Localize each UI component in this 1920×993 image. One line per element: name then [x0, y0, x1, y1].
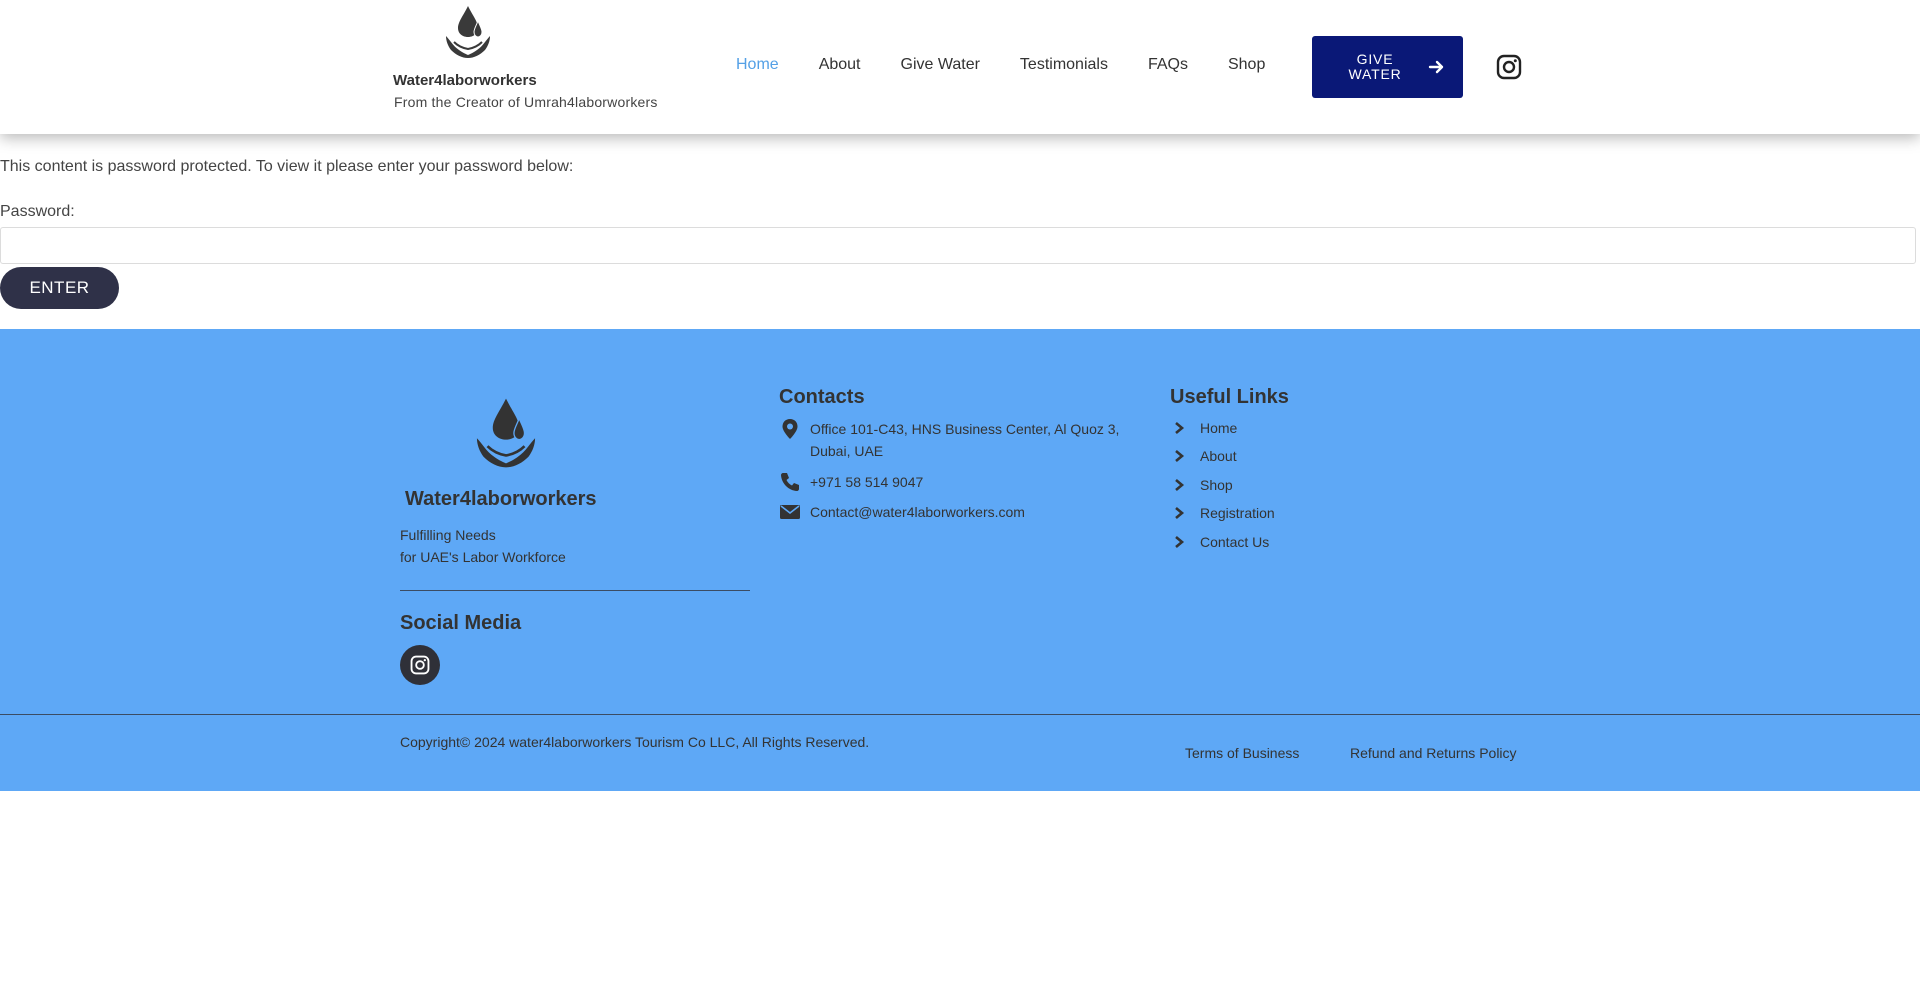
contact-address-line1: Office 101-C43, HNS Business Center, Al … — [810, 421, 1120, 437]
chevron-right-icon — [1175, 479, 1185, 491]
useful-links-heading: Useful Links — [1170, 386, 1289, 408]
chevron-right-icon — [1175, 422, 1185, 434]
contact-address-line2: Dubai, UAE — [810, 443, 884, 459]
instagram-icon[interactable] — [1496, 54, 1522, 80]
password-label: Password: — [0, 203, 75, 220]
contacts-heading: Contacts — [779, 386, 865, 408]
arrow-right-icon — [1428, 60, 1444, 74]
password-protected-message: This content is password protected. To v… — [0, 158, 574, 175]
chevron-right-icon — [1175, 507, 1185, 519]
chevron-right-icon — [1175, 450, 1185, 462]
nav-item-home[interactable]: Home — [736, 56, 779, 74]
footer-link-label: Shop — [1200, 477, 1233, 493]
copyright-text: Copyright© 2024 water4laborworkers Touri… — [400, 734, 870, 750]
nav-item-shop[interactable]: Shop — [1228, 56, 1265, 74]
footer-link-label: Home — [1200, 420, 1238, 436]
contact-phone[interactable]: +971 58 514 9047 — [779, 471, 923, 493]
nav-item-faqs[interactable]: FAQs — [1148, 56, 1188, 74]
water-hands-logo-icon — [446, 6, 490, 58]
footer-tagline-line2: for UAE's Labor Workforce — [400, 549, 566, 565]
give-water-button-label: GIVE WATER — [1348, 51, 1402, 82]
brand-tagline: From the Creator of Umrah4laborworkers — [394, 94, 658, 110]
footer-tagline-line1: Fulfilling Needs — [400, 527, 496, 543]
social-media-heading: Social Media — [400, 612, 522, 634]
chevron-right-icon — [1175, 536, 1185, 548]
footer-instagram-button[interactable] — [400, 645, 440, 685]
main-nav: Home About Give Water Testimonials FAQs … — [736, 56, 1265, 74]
contact-address: Office 101-C43, HNS Business Center, Al … — [779, 418, 1119, 462]
footer-link-contact-us[interactable]: Contact Us — [1172, 534, 1269, 550]
water-hands-logo-icon — [476, 398, 536, 468]
site-header: Water4laborworkers From the Creator of U… — [0, 0, 1920, 134]
contact-email[interactable]: Contact@water4laborworkers.com — [779, 501, 1025, 523]
enter-button[interactable]: ENTER — [0, 267, 119, 309]
footer-link-label: About — [1200, 448, 1237, 464]
refund-policy-link[interactable]: Refund and Returns Policy — [1350, 745, 1517, 761]
give-water-button[interactable]: GIVE WATER — [1312, 36, 1463, 98]
password-input[interactable] — [0, 227, 1916, 264]
footer-link-registration[interactable]: Registration — [1172, 505, 1275, 521]
location-pin-icon — [782, 419, 798, 439]
phone-icon — [781, 473, 799, 491]
footer-link-label: Registration — [1200, 505, 1275, 521]
nav-item-testimonials[interactable]: Testimonials — [1020, 56, 1108, 74]
nav-item-about[interactable]: About — [819, 56, 861, 74]
envelope-icon — [780, 505, 800, 519]
footer-link-about[interactable]: About — [1172, 448, 1237, 464]
contact-email-text: Contact@water4laborworkers.com — [810, 504, 1025, 520]
footer-bottom-divider — [0, 714, 1920, 715]
footer-link-label: Contact Us — [1200, 534, 1270, 550]
contact-phone-text: +971 58 514 9047 — [810, 474, 924, 490]
footer-link-shop[interactable]: Shop — [1172, 477, 1233, 493]
instagram-icon — [410, 655, 430, 675]
brand-name: Water4laborworkers — [393, 72, 537, 89]
terms-of-business-link[interactable]: Terms of Business — [1185, 745, 1299, 761]
footer-link-home[interactable]: Home — [1172, 420, 1237, 436]
nav-item-give-water[interactable]: Give Water — [901, 56, 980, 74]
footer-divider — [400, 590, 750, 591]
footer-brand-name: Water4laborworkers — [405, 488, 597, 510]
site-footer — [0, 329, 1920, 791]
